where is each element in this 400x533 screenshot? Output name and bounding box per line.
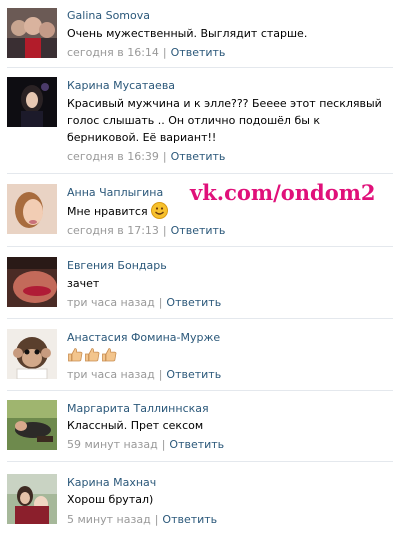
avatar[interactable] [7, 8, 57, 58]
thumbs-up-icon [101, 346, 118, 368]
comment-text: Очень мужественный. Выглядит старше. [67, 27, 308, 40]
comment-author[interactable]: Маргарита Таллиннская [67, 402, 209, 415]
divider [7, 461, 393, 462]
comment-meta: три часа назад | Ответить [67, 368, 221, 381]
comment-meta: сегодня в 16:14 | Ответить [67, 46, 225, 59]
divider [7, 173, 393, 174]
comment-text: Классный. Прет сексом [67, 419, 204, 432]
comment-text: Хорош брутал) [67, 493, 154, 506]
comment-text [67, 346, 387, 368]
reply-link[interactable]: Ответить [171, 224, 226, 237]
comment-meta: три часа назад | Ответить [67, 296, 221, 309]
comment-meta: сегодня в 17:13 | Ответить [67, 224, 225, 237]
comment-meta: 59 минут назад | Ответить [67, 438, 224, 451]
comment-time[interactable]: 5 минут назад [67, 513, 151, 526]
reply-link[interactable]: Ответить [169, 438, 224, 451]
divider [7, 318, 393, 319]
comment-author[interactable]: Анастасия Фомина-Мурже [67, 331, 220, 344]
avatar[interactable] [7, 184, 57, 234]
comment-text-content: Мне нравится [67, 205, 148, 218]
meta-separator: | [158, 368, 163, 381]
reply-link[interactable]: Ответить [166, 368, 221, 381]
comment-author[interactable]: Galina Somova [67, 9, 150, 22]
comment-meta: 5 минут назад | Ответить [67, 513, 217, 526]
avatar[interactable] [7, 257, 57, 307]
divider [7, 67, 393, 68]
comment-text: Мне нравится [67, 202, 387, 224]
reply-link[interactable]: Ответить [171, 150, 226, 163]
smile-emoji-icon [151, 202, 169, 224]
avatar[interactable] [7, 474, 57, 524]
reply-link[interactable]: Ответить [171, 46, 226, 59]
comment-text: зачет [67, 277, 100, 290]
comment-time[interactable]: сегодня в 16:39 [67, 150, 159, 163]
comment-meta: сегодня в 16:39 | Ответить [67, 150, 225, 163]
thumbs-up-icon [67, 346, 84, 368]
comment-time[interactable]: 59 минут назад [67, 438, 158, 451]
meta-separator: | [154, 513, 159, 526]
meta-separator: | [161, 438, 166, 451]
comment-author[interactable]: Карина Мусатаева [67, 79, 175, 92]
meta-separator: | [162, 224, 167, 237]
divider [7, 390, 393, 391]
comment-time[interactable]: сегодня в 17:13 [67, 224, 159, 237]
avatar[interactable] [7, 77, 57, 127]
meta-separator: | [162, 150, 167, 163]
avatar[interactable] [7, 329, 57, 379]
comment-time[interactable]: три часа назад [67, 368, 155, 381]
divider [7, 246, 393, 247]
comment-author[interactable]: Анна Чаплыгина [67, 186, 163, 199]
meta-separator: | [162, 46, 167, 59]
comment-author[interactable]: Карина Махнач [67, 476, 156, 489]
thumbs-up-icon [84, 346, 101, 368]
comment-text: Красивый мужчина и к элле??? Бееее этот … [67, 97, 382, 144]
comment-author[interactable]: Евгения Бондарь [67, 259, 167, 272]
comment-time[interactable]: сегодня в 16:14 [67, 46, 159, 59]
avatar[interactable] [7, 400, 57, 450]
reply-link[interactable]: Ответить [162, 513, 217, 526]
meta-separator: | [158, 296, 163, 309]
reply-link[interactable]: Ответить [166, 296, 221, 309]
comment-time[interactable]: три часа назад [67, 296, 155, 309]
